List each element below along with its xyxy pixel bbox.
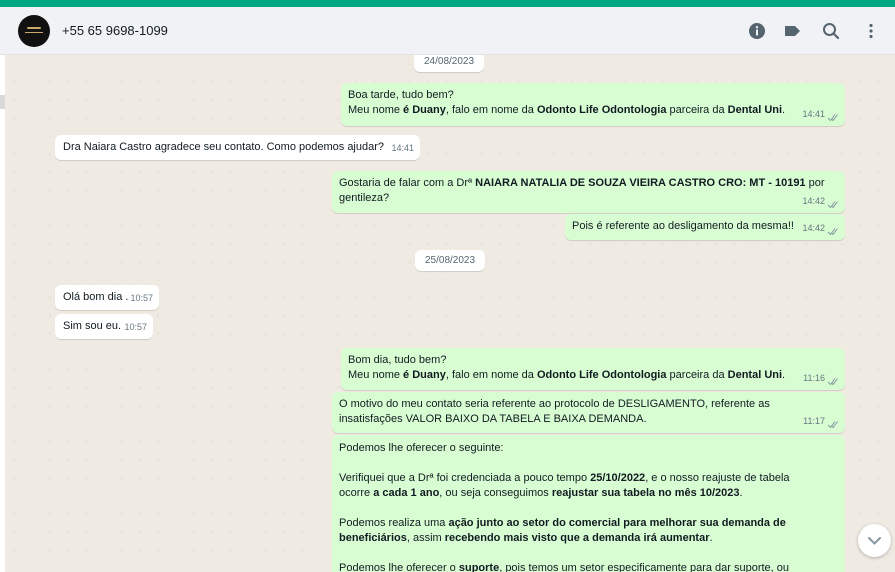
info-icon[interactable] xyxy=(747,21,767,41)
message-time: 11:16 xyxy=(803,373,825,383)
message-text: insatisfações VALOR BAIXO DA TABELA E BA… xyxy=(339,413,647,425)
message-outgoing[interactable]: Podemos lhe oferecer o seguinte: Verifiq… xyxy=(332,435,845,572)
search-icon[interactable] xyxy=(821,21,841,41)
message-text: Pois é referente ao desligamento da mesm… xyxy=(572,220,794,232)
message-text: Podemos lhe oferecer o suporte, pois tem… xyxy=(339,562,790,572)
message-incoming[interactable]: Sim sou eu. 10:57 xyxy=(55,314,153,339)
message-text: Bom dia, tudo bem? xyxy=(348,354,447,366)
date-separator: 24/08/2023 xyxy=(414,55,485,72)
message-outgoing[interactable]: Bom dia, tudo bem? Meu nome é Duany, fal… xyxy=(341,348,845,390)
avatar-logo-underline xyxy=(25,32,43,33)
top-accent-bar xyxy=(0,0,895,7)
chevron-down-icon xyxy=(868,537,881,545)
message-outgoing[interactable]: Pois é referente ao desligamento da mesm… xyxy=(565,214,845,240)
read-receipt-icon xyxy=(827,378,838,386)
message-time: 10:57 xyxy=(124,322,147,332)
avatar-logo-mark xyxy=(27,27,41,29)
message-text: Meu nome é Duany, falo em nome da Odonto… xyxy=(348,369,786,381)
scroll-down-button[interactable] xyxy=(858,524,891,557)
message-time: 14:42 xyxy=(802,223,825,233)
message-text: Meu nome é Duany, falo em nome da Odonto… xyxy=(348,104,786,116)
date-separator: 25/08/2023 xyxy=(415,250,486,271)
menu-icon[interactable] xyxy=(861,21,881,41)
message-text: Verifiquei que a Drª foi credenciada a p… xyxy=(339,472,790,484)
message-outgoing[interactable]: Gostaria de falar com a Drª NAIARA NATAL… xyxy=(332,171,845,213)
message-text: Podemos lhe oferecer o seguinte: xyxy=(339,442,504,454)
message-text: Dra Naiara Castro agradece seu contato. … xyxy=(63,141,385,153)
read-receipt-icon xyxy=(827,421,838,429)
message-text: Boa tarde, tudo bem? xyxy=(348,89,454,101)
contact-name[interactable]: +55 65 9698-1099 xyxy=(62,23,168,38)
chat-header: +55 65 9698-1099 xyxy=(0,7,895,55)
message-text: Podemos realiza uma ação junto ao setor … xyxy=(339,517,786,529)
message-time: 11:17 xyxy=(803,416,825,426)
read-receipt-icon xyxy=(827,114,838,122)
message-outgoing[interactable]: O motivo do meu contato seria referente … xyxy=(332,392,845,433)
message-text: gentileza? xyxy=(339,192,390,204)
message-time: 14:41 xyxy=(391,143,414,153)
contact-avatar[interactable] xyxy=(18,15,50,47)
message-text: Gostaria de falar com a Drª NAIARA NATAL… xyxy=(339,177,825,189)
message-incoming[interactable]: Olá bom dia . 10:57 xyxy=(55,285,159,310)
message-list[interactable]: 24/08/2023 Boa tarde, tudo bem? Meu nome… xyxy=(5,55,895,572)
message-time: 14:41 xyxy=(802,109,825,119)
message-outgoing[interactable]: Boa tarde, tudo bem? Meu nome é Duany, f… xyxy=(341,83,845,126)
message-text: O motivo do meu contato seria referente … xyxy=(339,398,770,410)
message-text: beneficiários, assim recebendo mais vist… xyxy=(339,532,713,544)
message-text: ocorre a cada 1 ano, ou seja conseguimos… xyxy=(339,487,743,499)
message-incoming[interactable]: Dra Naiara Castro agradece seu contato. … xyxy=(55,135,420,160)
message-time: 14:42 xyxy=(802,196,825,206)
label-icon[interactable] xyxy=(782,21,802,41)
read-receipt-icon xyxy=(827,228,838,236)
read-receipt-icon xyxy=(827,201,838,209)
message-time: 10:57 xyxy=(130,293,153,303)
